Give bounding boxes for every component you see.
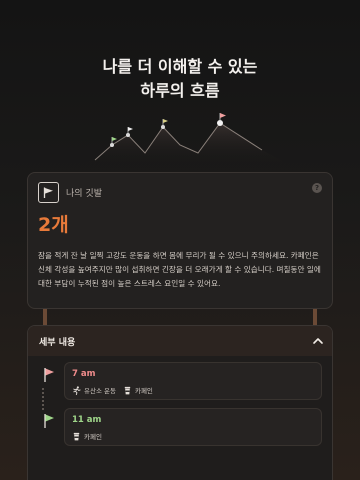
timeline-entry[interactable]: 11 am 카페인 <box>64 408 322 446</box>
flag-summary-card: 나의 깃발 ? 2개 잠을 적게 잔 날 일찍 고강도 운동을 하면 몸에 무리… <box>27 172 333 309</box>
tag-label: 카페인 <box>84 433 102 441</box>
tag-label: 유산소 운동 <box>84 387 116 395</box>
tag-caffeine: 카페인 <box>72 431 102 441</box>
hero-section: 나를 더 이해할 수 있는 하루의 흐름 <box>0 0 360 170</box>
peak-flag-3 <box>161 119 168 129</box>
card-connector-right <box>313 309 317 325</box>
tag-label: 카페인 <box>134 387 153 395</box>
peak-flag-4 <box>217 113 226 126</box>
tag-caffeine: 카페인 <box>123 385 153 395</box>
card-connector-left <box>43 309 47 325</box>
tag-cardio: 유산소 운동 <box>72 385 116 395</box>
details-header[interactable]: 세부 내용 <box>28 326 332 356</box>
chevron-up-icon[interactable] <box>311 334 325 348</box>
hero-title-line-2: 하루의 흐름 <box>140 81 220 100</box>
peak-flag-2 <box>126 127 133 137</box>
timeline-entry[interactable]: 7 am 유산소 운동 카페인 <box>64 362 322 400</box>
flag-icon <box>38 182 59 203</box>
details-card: 세부 내용 <box>27 325 333 480</box>
mountain-illustration <box>70 113 290 165</box>
card-label: 나의 깃발 <box>66 189 102 199</box>
running-icon <box>73 385 81 395</box>
entry-tags: 유산소 운동 카페인 <box>72 385 160 395</box>
coffee-icon <box>124 386 131 394</box>
coffee-icon <box>73 432 80 440</box>
hero-title-line-1: 나를 더 이해할 수 있는 <box>102 57 258 76</box>
entry-time: 11 am <box>72 415 102 425</box>
entry-tags: 카페인 <box>72 431 109 441</box>
flag-description: 잠을 적게 잔 날 일찍 고강도 운동을 하면 몸에 무리가 될 수 있으니 주… <box>38 251 321 288</box>
help-icon[interactable]: ? <box>312 183 322 193</box>
entry-time: 7 am <box>72 369 96 379</box>
timeline-flag-pink-icon <box>44 368 54 382</box>
timeline-flag-green-icon <box>44 414 54 428</box>
details-title: 세부 내용 <box>39 338 76 348</box>
timeline-dots <box>42 388 45 410</box>
flag-count: 2개 <box>38 214 69 236</box>
